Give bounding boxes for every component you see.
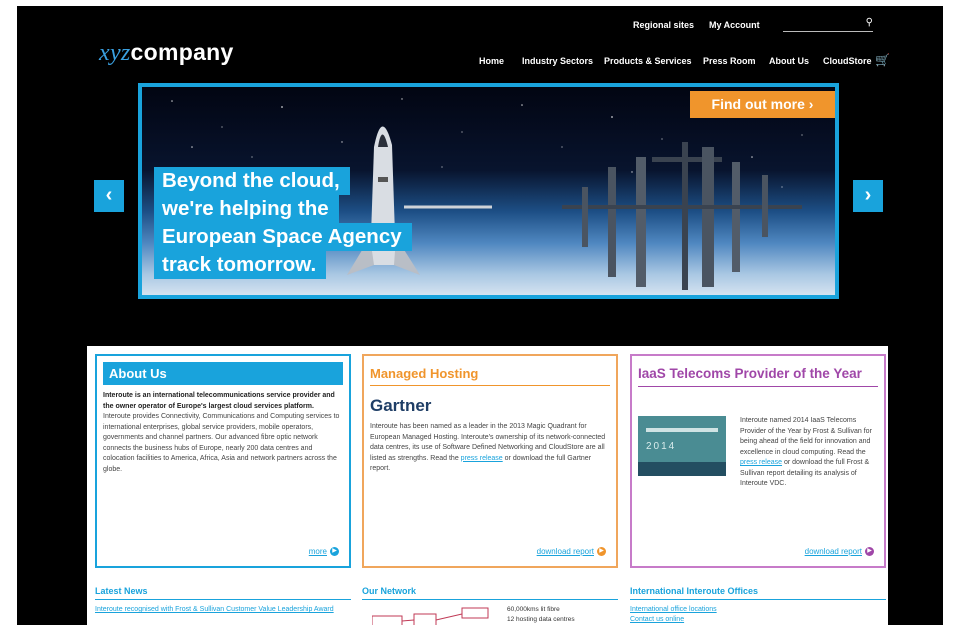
space-station-graphic bbox=[562, 142, 802, 290]
about-more-link[interactable]: more ▶ bbox=[309, 547, 339, 556]
arrow-circle-icon: ▶ bbox=[330, 547, 339, 556]
search-input[interactable] bbox=[783, 19, 859, 33]
latest-news-heading: Latest News bbox=[95, 586, 148, 596]
about-more-label: more bbox=[308, 546, 327, 556]
managed-hosting-title: Managed Hosting bbox=[370, 362, 610, 386]
about-us-lead: Interoute is an international telecommun… bbox=[103, 392, 335, 410]
managed-hosting-text: Interoute has been named as a leader in … bbox=[370, 422, 610, 475]
regional-sites-link[interactable]: Regional sites bbox=[633, 20, 694, 30]
arrow-circle-icon: ▶ bbox=[597, 547, 606, 556]
about-us-title: About Us bbox=[103, 362, 343, 385]
our-network-heading: Our Network bbox=[362, 586, 417, 596]
offices-heading: International Interoute Offices bbox=[630, 586, 759, 596]
iaas-download-label: download report bbox=[804, 546, 862, 556]
nav-cloudstore[interactable]: CloudStore bbox=[823, 56, 872, 66]
hosting-download-report-link[interactable]: download report ▶ bbox=[537, 547, 606, 556]
office-locations-link[interactable]: International office locations bbox=[630, 606, 717, 613]
nav-about-us[interactable]: About Us bbox=[769, 56, 809, 66]
about-us-body: Interoute provides Connectivity, Communi… bbox=[103, 413, 340, 473]
about-us-text: Interoute is an international telecommun… bbox=[103, 391, 343, 475]
hero-banner[interactable]: Find out more › Beyond the cloud, we're … bbox=[138, 83, 839, 299]
network-diagram bbox=[372, 607, 489, 625]
network-stat-fibre: 60,000kms lit fibre bbox=[507, 606, 560, 613]
network-stat-datacentres: 12 hosting data centres bbox=[507, 616, 575, 623]
browser-viewport: xyzcompany Regional sites My Account ⚲ H… bbox=[17, 6, 943, 625]
offices-divider bbox=[630, 599, 886, 600]
hero-headline: Beyond the cloud, we're helping the Euro… bbox=[154, 167, 412, 279]
search-box[interactable]: ⚲ bbox=[783, 16, 873, 33]
find-out-more-button[interactable]: Find out more › bbox=[690, 91, 835, 118]
report-year: 2014 bbox=[646, 441, 677, 452]
contact-online-link[interactable]: Contact us online bbox=[630, 616, 684, 623]
iaas-text: Interoute named 2014 IaaS Telecoms Provi… bbox=[740, 416, 872, 490]
iaas-press-release-link[interactable]: press release bbox=[740, 459, 782, 466]
gartner-logo: Gartner bbox=[370, 396, 432, 415]
carousel-prev-button[interactable]: ‹ bbox=[94, 180, 124, 212]
logo-prefix: xyz bbox=[99, 40, 131, 66]
our-network-divider bbox=[362, 599, 618, 600]
report-footer bbox=[638, 462, 726, 476]
managed-hosting-panel: Managed Hosting Gartner Interoute has be… bbox=[362, 354, 618, 568]
carousel-next-button[interactable]: › bbox=[853, 180, 883, 212]
logo-suffix: company bbox=[130, 39, 234, 65]
news-item-link[interactable]: Interoute recognised with Frost & Sulliv… bbox=[95, 606, 335, 613]
hosting-download-label: download report bbox=[536, 546, 594, 556]
hero-headline-line-2: we're helping the bbox=[154, 195, 339, 223]
hero-headline-line-1: Beyond the cloud, bbox=[154, 167, 350, 195]
iaas-title: IaaS Telecoms Provider of the Year bbox=[638, 362, 878, 387]
about-us-panel: About Us Interoute is an international t… bbox=[95, 354, 351, 568]
nav-industry-sectors[interactable]: Industry Sectors bbox=[522, 56, 593, 66]
content-area: About Us Interoute is an international t… bbox=[87, 346, 888, 625]
nav-home[interactable]: Home bbox=[479, 56, 504, 66]
nav-products-services[interactable]: Products & Services bbox=[604, 56, 692, 66]
hero-headline-line-3: European Space Agency bbox=[154, 223, 412, 251]
my-account-link[interactable]: My Account bbox=[709, 20, 760, 30]
frost-sullivan-report-cover[interactable]: 2014 bbox=[638, 416, 726, 476]
search-icon[interactable]: ⚲ bbox=[866, 17, 873, 28]
iaas-download-report-link[interactable]: download report ▶ bbox=[805, 547, 874, 556]
report-band bbox=[646, 428, 718, 432]
hosting-press-release-link[interactable]: press release bbox=[461, 455, 503, 462]
hero-headline-line-4: track tomorrow. bbox=[154, 251, 327, 279]
cart-icon[interactable]: 🛒 bbox=[875, 53, 890, 67]
latest-news-divider bbox=[95, 599, 351, 600]
nav-press-room[interactable]: Press Room bbox=[703, 56, 756, 66]
company-logo[interactable]: xyzcompany bbox=[99, 39, 234, 67]
iaas-panel: IaaS Telecoms Provider of the Year 2014 … bbox=[630, 354, 886, 568]
arrow-circle-icon: ▶ bbox=[865, 547, 874, 556]
iaas-body-pre: Interoute named 2014 IaaS Telecoms Provi… bbox=[740, 417, 872, 456]
